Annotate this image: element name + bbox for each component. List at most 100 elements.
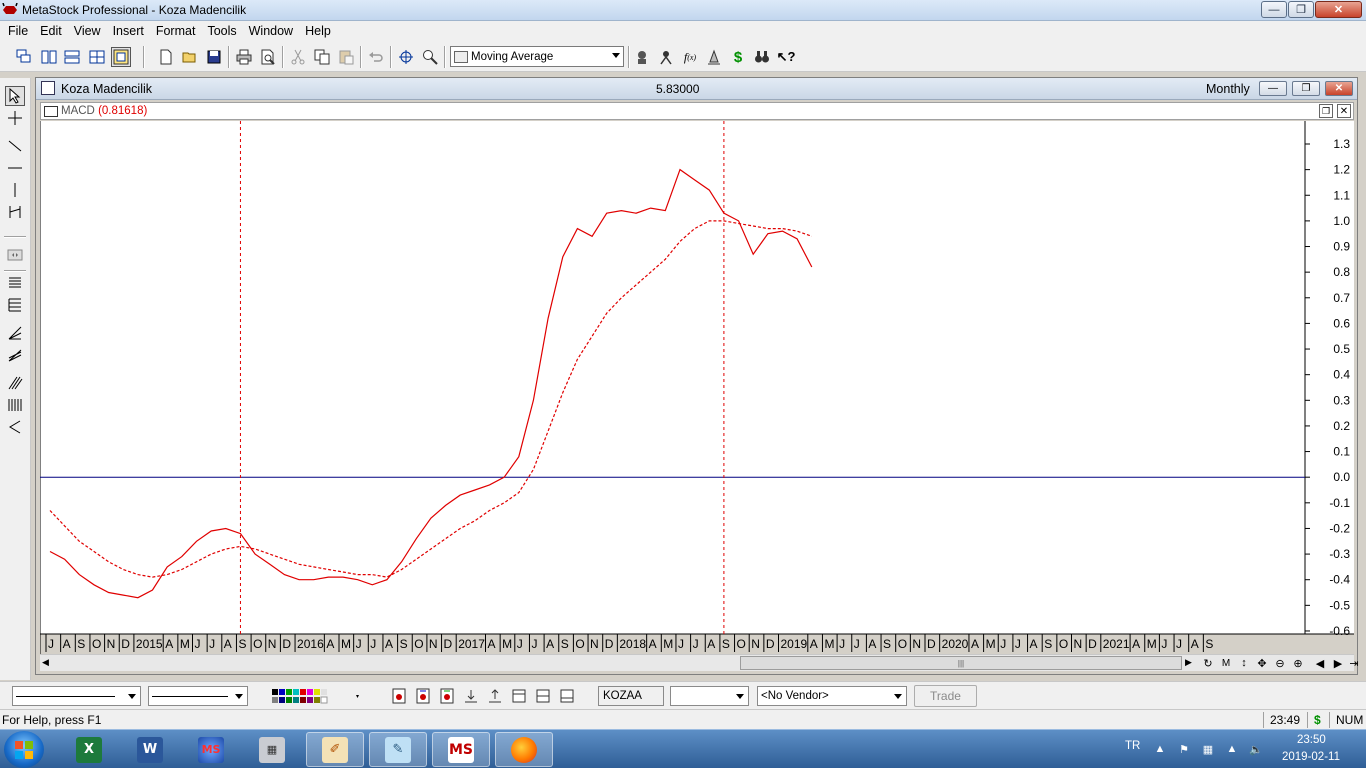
print-icon[interactable] — [234, 47, 254, 67]
pane-bottom-icon[interactable] — [558, 687, 576, 705]
page-right-icon[interactable]: ▶ — [1330, 656, 1346, 670]
text-tool-icon[interactable] — [5, 273, 25, 293]
time-zones-icon[interactable] — [5, 395, 25, 415]
line-style-dropdown[interactable] — [12, 686, 141, 706]
vertical-move-icon[interactable]: ↕ — [1236, 656, 1252, 670]
zoom-in-icon[interactable]: ⊕ — [1290, 656, 1306, 670]
month-nav-icon[interactable]: M — [1218, 656, 1234, 670]
crosshair-tool-icon[interactable] — [5, 108, 25, 128]
menu-window[interactable]: Window — [243, 22, 299, 41]
line-weight-dropdown[interactable] — [148, 686, 248, 706]
zoom-out-icon[interactable]: ⊖ — [1272, 656, 1288, 670]
dollar-icon[interactable]: $ — [728, 47, 748, 67]
open-folder-icon[interactable] — [180, 47, 200, 67]
chart-maximize-button[interactable]: ❐ — [1292, 81, 1320, 96]
trendline-tool-icon[interactable] — [5, 136, 25, 156]
security-icon[interactable]: ▦ — [1201, 742, 1215, 756]
minimize-button[interactable]: — — [1261, 1, 1287, 18]
tile-vertical-icon[interactable] — [39, 47, 59, 67]
language-indicator[interactable]: TR — [1125, 740, 1140, 752]
menu-insert[interactable]: Insert — [107, 22, 150, 41]
pane-top-icon[interactable] — [510, 687, 528, 705]
menu-help[interactable]: Help — [299, 22, 337, 41]
close-button[interactable]: ✕ — [1315, 1, 1362, 18]
undo-icon[interactable] — [366, 47, 386, 67]
save-icon[interactable] — [204, 47, 224, 67]
horizontal-line-tool-icon[interactable] — [5, 158, 25, 178]
explorer-icon[interactable] — [656, 47, 676, 67]
taskbar-word[interactable]: W — [121, 732, 179, 767]
pane-close-button[interactable]: ✕ — [1337, 104, 1351, 118]
symbol-input[interactable]: KOZAA — [598, 686, 664, 706]
crosshair-icon[interactable] — [396, 47, 416, 67]
chart-close-button[interactable]: ✕ — [1325, 81, 1353, 96]
indicator-dropdown[interactable]: Moving Average — [450, 46, 624, 67]
menu-tools[interactable]: Tools — [201, 22, 242, 41]
speed-lines-icon[interactable] — [5, 345, 25, 365]
copy-icon[interactable] — [312, 47, 332, 67]
menu-file[interactable]: File — [2, 22, 34, 41]
attach-none-icon[interactable] — [438, 687, 456, 705]
fibonacci-fan-icon[interactable] — [5, 323, 25, 343]
start-button[interactable] — [4, 731, 44, 768]
system-tester-icon[interactable] — [704, 47, 724, 67]
scroll-left-icon[interactable]: ◀ — [42, 657, 49, 668]
clock-time[interactable]: 23:50 — [1297, 734, 1326, 746]
flag-icon[interactable]: ⚑ — [1177, 742, 1191, 756]
page-left-icon[interactable]: ◀ — [1312, 656, 1328, 670]
taskbar-firefox[interactable] — [495, 732, 553, 767]
attach-right-icon[interactable] — [414, 687, 432, 705]
pointer-tool-icon[interactable] — [5, 86, 25, 106]
pane-checkbox[interactable] — [44, 106, 58, 117]
attach-left-icon[interactable] — [390, 687, 408, 705]
tile-horizontal-icon[interactable] — [62, 47, 82, 67]
channel-tool-icon[interactable] — [5, 295, 25, 315]
tile-grid-icon[interactable] — [87, 47, 107, 67]
pane-middle-icon[interactable] — [534, 687, 552, 705]
menu-format[interactable]: Format — [150, 22, 202, 41]
arc-tool-icon[interactable] — [5, 417, 25, 437]
show-hidden-icons-icon[interactable]: ▲ — [1153, 742, 1167, 756]
network-icon[interactable]: ▲ — [1225, 742, 1239, 756]
taskbar-excel[interactable]: X — [60, 732, 118, 767]
print-preview-icon[interactable] — [258, 47, 278, 67]
security-dropdown[interactable] — [670, 686, 749, 706]
cut-icon[interactable] — [288, 47, 308, 67]
snap-down-icon[interactable] — [462, 687, 480, 705]
trade-button[interactable]: Trade — [914, 685, 977, 707]
indicator-builder-icon[interactable]: f (x) — [680, 47, 700, 67]
andrews-pitchfork-icon[interactable] — [5, 373, 25, 393]
taskbar-paint[interactable]: ✐ — [306, 732, 364, 767]
cycle-tool-icon[interactable] — [5, 202, 25, 222]
snap-up-icon[interactable] — [486, 687, 504, 705]
end-icon[interactable]: ⇥ — [1346, 656, 1362, 670]
move-icon[interactable]: ✥ — [1254, 656, 1270, 670]
cascade-windows-icon[interactable] — [14, 47, 34, 67]
macd-chart-area[interactable]: 1.3 1.2 1.1 1.0 0.9 0.8 0.7 0.6 0.5 0.4 0.3 0.2 0.1 0… — [40, 121, 1354, 654]
menu-view[interactable]: View — [68, 22, 107, 41]
clock-date[interactable]: 2019-02-11 — [1282, 751, 1340, 763]
expert-advisor-icon[interactable] — [632, 47, 652, 67]
scroll-arrows-icon[interactable] — [5, 245, 25, 265]
volume-icon[interactable]: 🔈 — [1249, 742, 1263, 756]
taskbar-calculator[interactable]: ▦ — [243, 732, 301, 767]
arrange-windows-icon[interactable] — [111, 47, 131, 67]
color-palette-dropdown[interactable] — [270, 687, 362, 705]
paste-icon[interactable] — [336, 47, 356, 67]
refresh-icon[interactable]: ↻ — [1200, 656, 1216, 670]
chart-minimize-button[interactable]: — — [1259, 81, 1287, 96]
scrollbar-thumb[interactable]: ||| — [740, 656, 1182, 670]
zoom-icon[interactable] — [420, 47, 440, 67]
taskbar-ms-downloader[interactable]: MS — [182, 732, 240, 767]
vertical-line-tool-icon[interactable] — [5, 180, 25, 200]
taskbar-notepad[interactable]: ✎ — [369, 732, 427, 767]
maximize-button[interactable]: ❐ — [1288, 1, 1314, 18]
horizontal-scrollbar[interactable]: ◀ ||| ▶ ↻ M ↕ ✥ ⊖ ⊕ ◀ ▶ ⇥ — [40, 654, 1359, 671]
context-help-icon[interactable]: ↖? — [776, 47, 796, 67]
menu-edit[interactable]: Edit — [34, 22, 68, 41]
scroll-right-icon[interactable]: ▶ — [1185, 657, 1192, 668]
binoculars-icon[interactable] — [752, 47, 772, 67]
taskbar-metastock[interactable]: MS — [432, 732, 490, 767]
pane-restore-button[interactable]: ❐ — [1319, 104, 1333, 118]
new-file-icon[interactable] — [156, 47, 176, 67]
